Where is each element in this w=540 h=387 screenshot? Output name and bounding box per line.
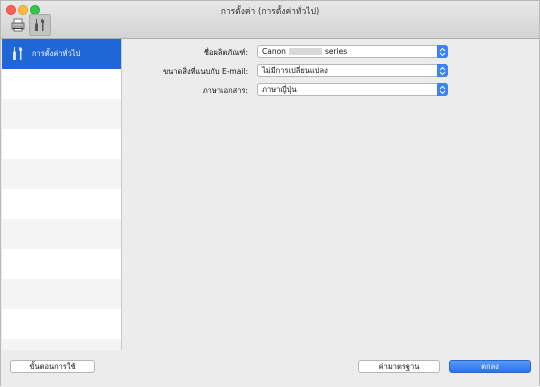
footer-bar: ขั้นตอนการใช้ ค่ามาตรฐาน ตกลง [1,350,539,387]
sidebar-empty-row [2,69,121,99]
settings-window: การตั้งค่า (การตั้งค่าทั่วไป) การตั้งค่า… [0,0,540,387]
sidebar-empty-row [2,219,121,249]
select-arrows-icon [437,64,448,77]
printer-icon [11,18,25,32]
sidebar-empty-row [2,249,121,279]
tools-icon [35,19,45,31]
sidebar-empty-row [2,99,121,129]
title-bar: การตั้งค่า (การตั้งค่าทั่วไป) [1,1,539,39]
sidebar-empty-row [2,189,121,219]
sidebar-empty-row [2,309,121,339]
sidebar-empty-row [2,129,121,159]
product-name-select[interactable]: Canon series [257,45,448,58]
attachment-size-value: ไม่มีการเปลี่ยนแปลง [262,66,328,75]
sidebar-empty-row [2,339,121,350]
select-arrows-icon [437,83,448,96]
sidebar-empty-row [2,279,121,309]
product-name-label: ชื่อผลิตภัณฑ์: [203,48,248,57]
window-title: การตั้งค่า (การตั้งค่าทั่วไป) [220,7,320,17]
document-language-select[interactable]: ภาษาญี่ปุ่น [257,83,448,96]
tools-icon [10,45,26,63]
product-name-prefix: Canon [262,47,286,56]
settings-panel: ชื่อผลิตภัณฑ์: Canon series ขนาดสิ่งที่แน… [122,39,538,350]
document-language-value: ภาษาญี่ปุ่น [262,85,297,94]
sidebar-item-general-settings[interactable]: การตั้งค่าทั่วไป [2,39,121,69]
defaults-button[interactable]: ค่ามาตรฐาน [358,360,440,373]
document-language-label: ภาษาเอกสาร: [202,86,248,95]
attachment-size-select[interactable]: ไม่มีการเปลี่ยนแปลง [257,64,448,77]
toolbar-general-settings-button[interactable] [29,14,51,36]
select-arrows-icon [437,45,448,58]
redacted-model [288,47,322,55]
product-name-suffix: series [324,47,348,56]
instructions-button[interactable]: ขั้นตอนการใช้ [10,360,95,373]
ok-button[interactable]: ตกลง [449,360,531,373]
sidebar-item-label: การตั้งค่าทั่วไป [32,49,81,58]
sidebar: การตั้งค่าทั่วไป [2,39,122,350]
sidebar-empty-row [2,159,121,189]
attachment-size-label: ขนาดสิ่งที่แนบกับ E-mail: [163,67,248,76]
toolbar-printer-button[interactable] [7,14,29,36]
